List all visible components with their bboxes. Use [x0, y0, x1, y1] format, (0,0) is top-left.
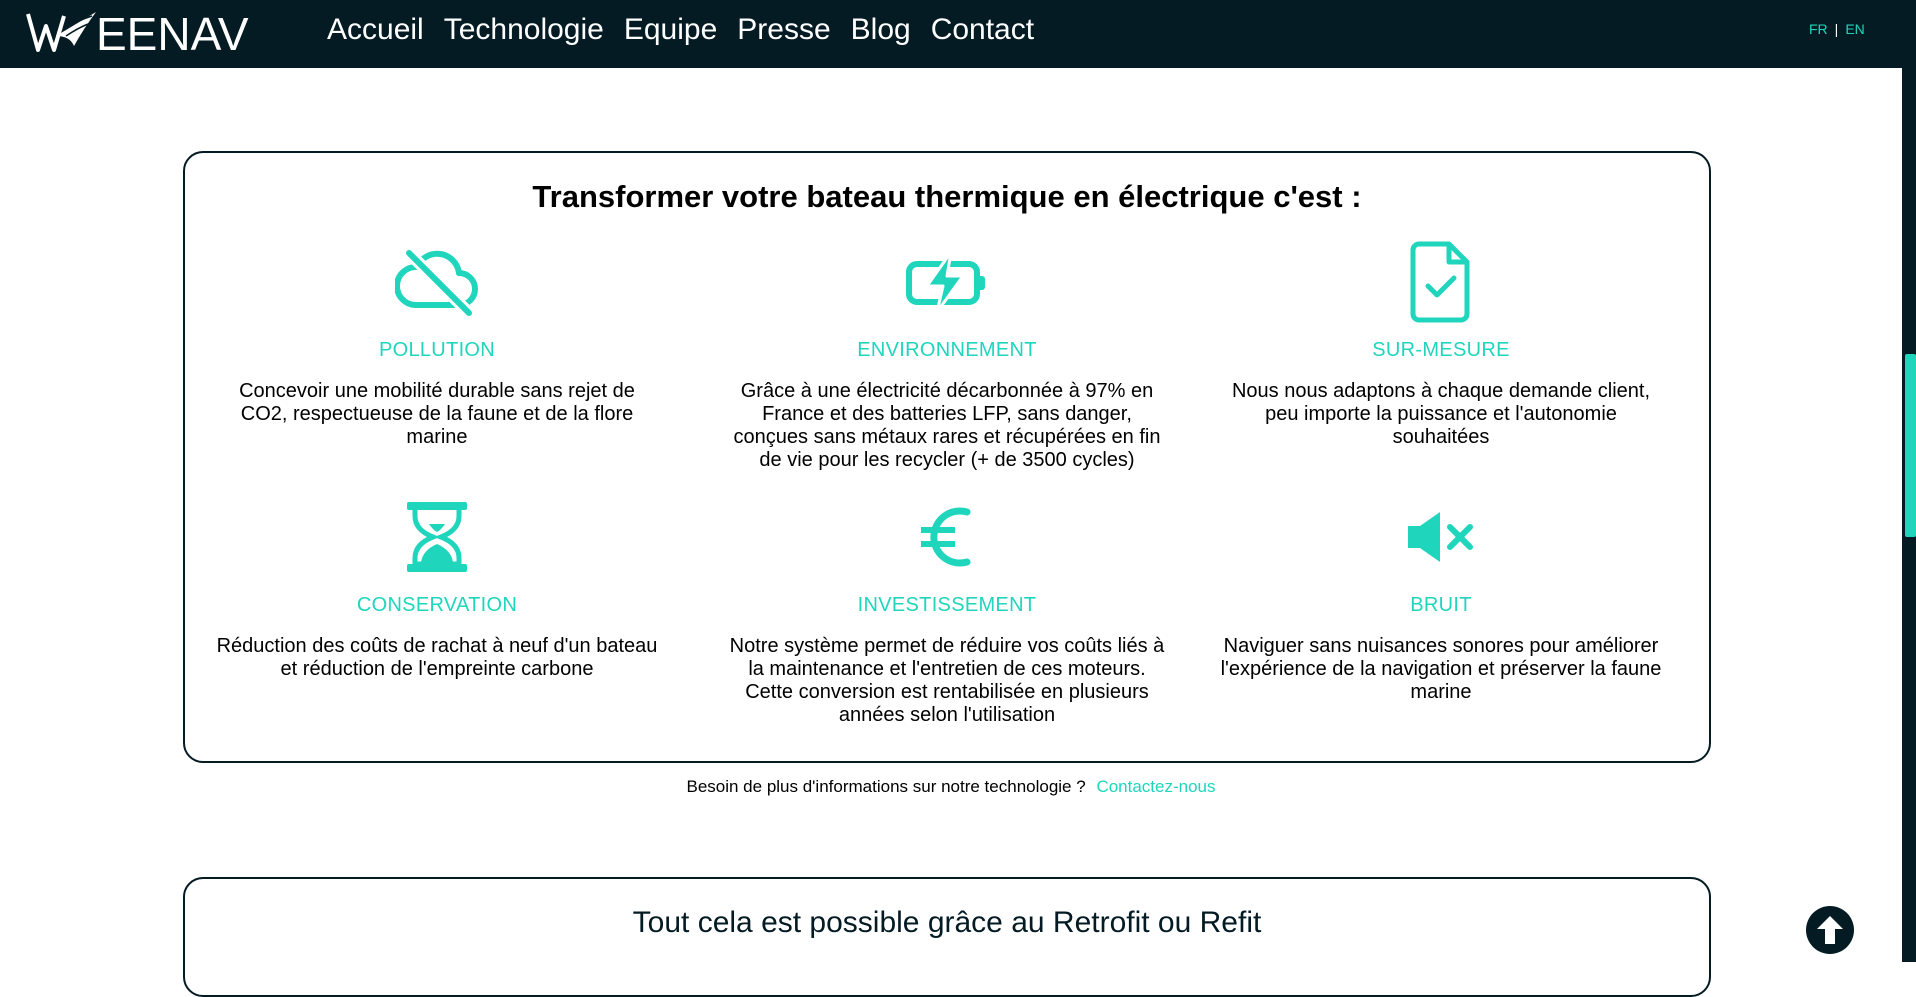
nav-technologie[interactable]: Technologie: [444, 0, 604, 60]
feature-environnement: ENVIRONNEMENT Grâce à une électricité dé…: [717, 237, 1177, 472]
feature-pollution: POLLUTION Concevoir une mobilité durable…: [207, 237, 667, 449]
feature-sur-mesure: SUR-MESURE Nous nous adaptons à chaque d…: [1211, 237, 1671, 449]
feature-bruit: BRUIT Naviguer sans nuisances sonores po…: [1211, 492, 1671, 704]
file-check-icon: [1410, 241, 1470, 323]
battery-charging-icon: [906, 250, 985, 314]
retrofit-card: Tout cela est possible grâce au Retrofit…: [183, 877, 1711, 997]
feature-description: Concevoir une mobilité durable sans reje…: [239, 380, 635, 448]
nav-blog[interactable]: Blog: [851, 0, 911, 60]
hourglass-icon: [407, 502, 467, 572]
nav-equipe[interactable]: Equipe: [624, 0, 717, 60]
volume-mute-icon: [1408, 512, 1473, 562]
more-info-line: Besoin de plus d'informations sur notre …: [0, 777, 1902, 797]
language-switcher: FR | EN: [1809, 21, 1865, 37]
nav-accueil[interactable]: Accueil: [327, 0, 424, 60]
cloud-off-icon: [395, 248, 478, 317]
feature-description: Nous nous adaptons à chaque demande clie…: [1231, 380, 1651, 448]
feature-title: CONSERVATION: [356, 594, 518, 616]
main-nav: Accueil Technologie Equipe Presse Blog C…: [327, 0, 1054, 60]
weenav-logo[interactable]: EENAV: [26, 6, 256, 56]
feature-description: Réduction des coûts de rachat à neuf d'u…: [216, 635, 658, 680]
euro-icon: [921, 507, 971, 567]
back-to-top-button[interactable]: [1806, 906, 1854, 954]
lang-fr[interactable]: FR: [1809, 21, 1828, 37]
nav-presse[interactable]: Presse: [737, 0, 830, 60]
feature-description: Notre système permet de réduire vos coût…: [729, 635, 1165, 726]
lang-separator: |: [1834, 21, 1839, 37]
feature-title: POLLUTION: [378, 339, 496, 361]
scrollbar-thumb[interactable]: [1905, 354, 1916, 537]
feature-description: Grâce à une électricité décarbonnée à 97…: [733, 380, 1161, 471]
feature-title: BRUIT: [1410, 594, 1472, 616]
feature-description: Naviguer sans nuisances sonores pour amé…: [1220, 635, 1662, 703]
contact-link[interactable]: Contactez-nous: [1096, 777, 1215, 796]
features-title: Transformer votre bateau thermique en él…: [532, 179, 1362, 214]
site-header: EENAV Accueil Technologie Equipe Presse …: [0, 0, 1902, 68]
features-card: Transformer votre bateau thermique en él…: [183, 151, 1711, 763]
feature-title: SUR-MESURE: [1372, 339, 1510, 361]
feature-title: ENVIRONNEMENT: [857, 339, 1037, 361]
retrofit-title: Tout cela est possible grâce au Retrofit…: [632, 906, 1262, 939]
logo-text: EENAV: [96, 8, 249, 56]
feature-conservation: CONSERVATION Réduction des coûts de rach…: [207, 492, 667, 681]
lang-en[interactable]: EN: [1845, 21, 1864, 37]
arrow-up-icon: [1817, 916, 1843, 944]
feature-investissement: INVESTISSEMENT Notre système permet de r…: [717, 492, 1177, 727]
nav-contact[interactable]: Contact: [931, 0, 1034, 60]
feature-title: INVESTISSEMENT: [857, 594, 1037, 616]
more-info-text: Besoin de plus d'informations sur notre …: [686, 777, 1086, 796]
